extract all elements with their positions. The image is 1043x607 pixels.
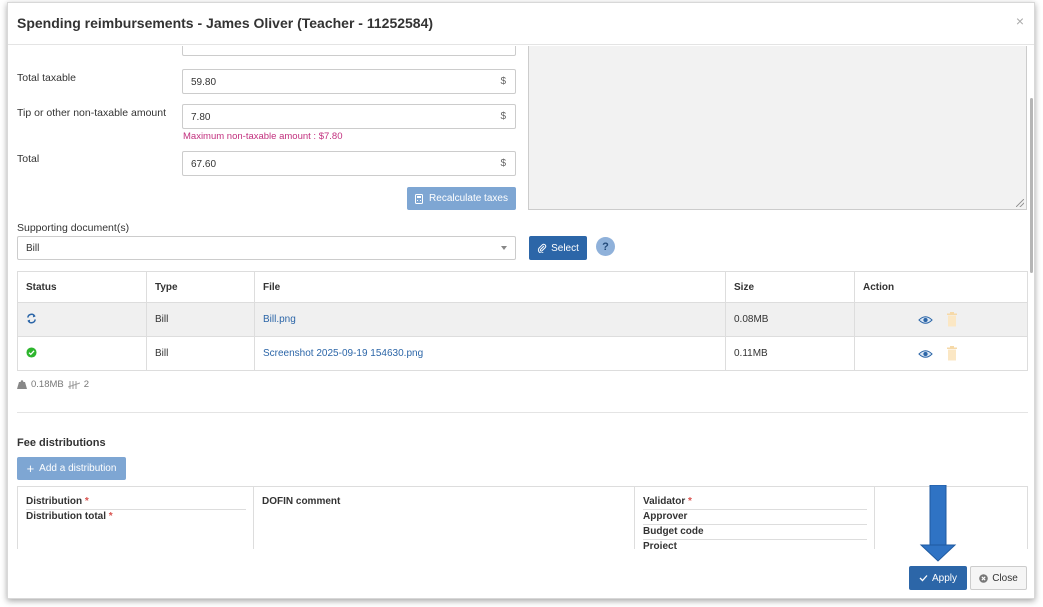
close-label: Close xyxy=(992,572,1018,584)
close-button[interactable]: Close xyxy=(970,566,1027,590)
action-cell xyxy=(854,336,1028,371)
add-distribution-label: Add a distribution xyxy=(39,463,117,474)
field-underline xyxy=(643,509,867,510)
document-type-select[interactable]: Bill xyxy=(17,236,516,260)
apply-label: Apply xyxy=(931,572,957,584)
status-cell xyxy=(17,302,147,337)
table-header-row: Status Type File Size Action xyxy=(17,271,1028,303)
distribution-total-label: Distribution total * xyxy=(26,511,113,522)
currency-symbol: $ xyxy=(500,76,506,87)
weight-icon xyxy=(17,380,27,389)
select-file-label: Select xyxy=(551,242,579,254)
table-row: Bill Screenshot 2025-09-19 154630.png 0.… xyxy=(17,336,1028,371)
supporting-docs-label: Supporting document(s) xyxy=(17,222,130,234)
column-header-type: Type xyxy=(146,271,255,303)
recalculate-taxes-label: Recalculate taxes xyxy=(429,193,508,204)
field-underline xyxy=(643,539,867,540)
file-count-icon xyxy=(67,380,80,389)
apply-button[interactable]: Apply xyxy=(909,566,967,590)
fee-distributions-title: Fee distributions xyxy=(17,437,106,449)
total-input[interactable]: 67.60 $ xyxy=(182,151,516,176)
chevron-down-icon xyxy=(501,246,507,250)
check-circle-icon xyxy=(26,346,37,358)
section-divider xyxy=(17,412,1028,413)
recalculate-taxes-button[interactable]: Recalculate taxes xyxy=(407,187,516,210)
validator-label: Validator * xyxy=(643,496,692,507)
file-cell: Screenshot 2025-09-19 154630.png xyxy=(254,336,726,371)
reimbursement-modal: Spending reimbursements - James Oliver (… xyxy=(7,2,1035,599)
distribution-label: Distribution * xyxy=(26,496,89,507)
plus-icon: + xyxy=(26,460,35,476)
file-link[interactable]: Screenshot 2025-09-19 154630.png xyxy=(263,348,423,359)
file-link[interactable]: Bill.png xyxy=(263,314,296,325)
size-cell: 0.11MB xyxy=(725,336,855,371)
total-size-text: 0.18MB xyxy=(31,379,64,390)
total-value: 67.60 xyxy=(191,159,217,170)
scrollbar-thumb[interactable] xyxy=(1030,98,1033,273)
column-header-size: Size xyxy=(725,271,855,303)
project-label: Project xyxy=(643,541,677,549)
size-cell: 0.08MB xyxy=(725,302,855,337)
check-icon xyxy=(919,575,928,582)
dofin-comment-column: DOFIN comment xyxy=(254,487,635,549)
view-eye-icon[interactable] xyxy=(918,349,933,359)
total-label: Total xyxy=(17,153,40,165)
document-type-value: Bill xyxy=(26,243,40,254)
cut-off-input[interactable] xyxy=(182,46,516,56)
close-circle-icon xyxy=(979,573,989,583)
total-taxable-label: Total taxable xyxy=(17,72,76,84)
type-cell: Bill xyxy=(146,336,255,371)
approver-label: Approver xyxy=(643,511,688,522)
distribution-table: Distribution * Distribution total * DOFI… xyxy=(17,486,1028,549)
view-eye-icon[interactable] xyxy=(918,315,933,325)
approval-column: Validator * Approver Budget code Project xyxy=(635,487,875,549)
calculator-icon xyxy=(415,193,424,204)
status-cell xyxy=(17,336,147,371)
table-row: Bill Bill.png 0.08MB xyxy=(17,302,1028,337)
modal-header: Spending reimbursements - James Oliver (… xyxy=(8,3,1034,45)
column-header-status: Status xyxy=(17,271,147,303)
budget-code-label: Budget code xyxy=(643,526,704,537)
close-icon[interactable]: × xyxy=(1016,13,1024,29)
add-distribution-button[interactable]: + Add a distribution xyxy=(17,457,126,480)
dofin-comment-label: DOFIN comment xyxy=(262,496,341,507)
comment-textarea[interactable] xyxy=(528,46,1027,210)
delete-trash-icon[interactable] xyxy=(946,346,958,361)
field-underline xyxy=(26,509,246,510)
resize-handle-icon[interactable] xyxy=(1016,199,1024,207)
total-taxable-value: 59.80 xyxy=(191,77,217,88)
action-cell xyxy=(854,302,1028,337)
tip-amount-input[interactable]: 7.80 $ xyxy=(182,104,516,129)
select-file-button[interactable]: Select xyxy=(529,236,587,260)
currency-symbol: $ xyxy=(500,158,506,169)
distribution-column: Distribution * Distribution total * xyxy=(18,487,254,549)
column-header-action: Action xyxy=(854,271,1028,303)
tip-amount-label: Tip or other non-taxable amount xyxy=(17,107,167,119)
column-header-file: File xyxy=(254,271,726,303)
tip-amount-value: 7.80 xyxy=(191,112,211,123)
field-underline xyxy=(643,524,867,525)
paperclip-icon xyxy=(538,243,547,253)
refresh-icon xyxy=(27,313,36,323)
currency-symbol: $ xyxy=(500,111,506,122)
type-cell: Bill xyxy=(146,302,255,337)
tip-amount-hint: Maximum non-taxable amount : $7.80 xyxy=(183,131,343,142)
total-taxable-input[interactable]: 59.80 $ xyxy=(182,69,516,94)
file-cell: Bill.png xyxy=(254,302,726,337)
help-icon[interactable]: ? xyxy=(596,237,615,256)
documents-summary: 0.18MB 2 xyxy=(17,379,89,390)
modal-body: Total taxable 59.80 $ Tip or other non-t… xyxy=(8,46,1034,549)
modal-footer: Apply Close xyxy=(8,549,1034,600)
delete-trash-icon[interactable] xyxy=(946,312,958,327)
pointer-arrow-icon xyxy=(919,485,957,562)
documents-table: Status Type File Size Action Bill Bill.p… xyxy=(17,271,1028,371)
modal-title: Spending reimbursements - James Oliver (… xyxy=(17,15,434,31)
file-count-text: 2 xyxy=(83,379,90,390)
